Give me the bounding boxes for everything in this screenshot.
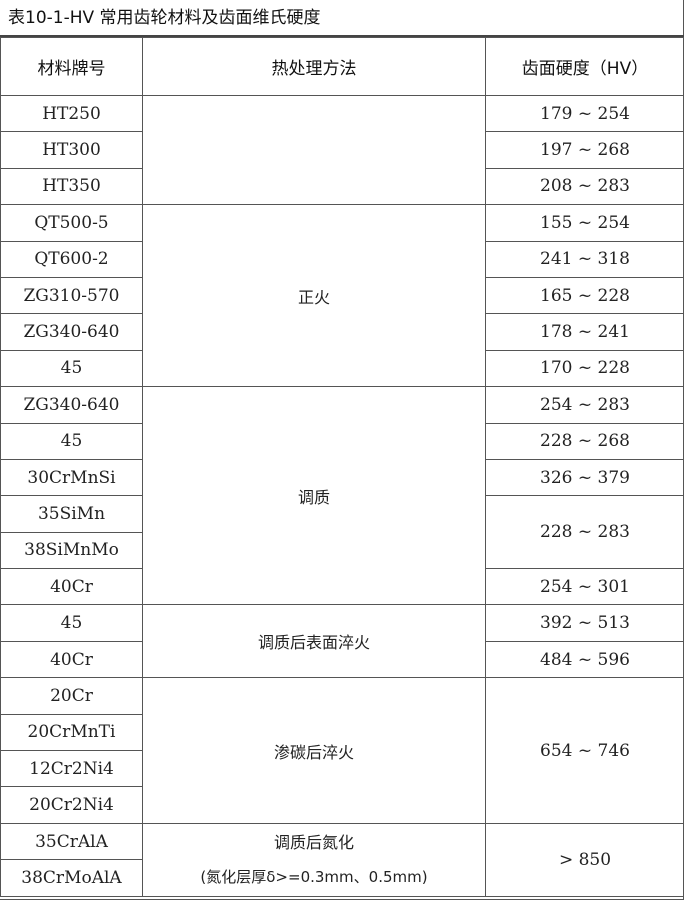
table-caption: 表10-1-HV 常用齿轮材料及齿面维氏硬度	[0, 0, 684, 37]
treatment-cell-surface-quench: 调质后表面淬火	[142, 604, 486, 679]
treatment-cell-normalizing: 正火	[142, 204, 486, 388]
material-cell: ZG310-570	[0, 276, 143, 315]
hardness-cell: 654 ~ 746	[485, 677, 684, 824]
material-cell: 40Cr	[0, 640, 143, 679]
material-cell: QT600-2	[0, 240, 143, 278]
hardness-cell: 178 ~ 241	[485, 313, 684, 351]
hardness-cell: 228 ~ 283	[485, 495, 684, 570]
material-cell: 38CrMoAlA	[0, 859, 143, 897]
hardness-cell: 254 ~ 283	[485, 386, 684, 424]
nitriding-note: (氮化层厚δ>=0.3mm、0.5mm)	[200, 867, 428, 886]
material-cell: 35SiMn	[0, 495, 143, 533]
material-cell: 45	[0, 422, 143, 460]
material-cell: QT500-5	[0, 204, 143, 242]
table-row: 35CrAlA 调质后氮化 (氮化层厚δ>=0.3mm、0.5mm) > 850	[0, 822, 684, 897]
table-row: 45 调质后表面淬火 392 ~ 513	[0, 604, 684, 679]
hardness-cell: 179 ~ 254	[485, 94, 684, 133]
treatment-cell-empty	[142, 94, 486, 206]
hardness-cell: 197 ~ 268	[485, 131, 684, 169]
hardness-cell: > 850	[485, 822, 684, 897]
treatment-cell-carburizing: 渗碳后淬火	[142, 677, 486, 824]
hardness-cell: 241 ~ 318	[485, 240, 684, 278]
material-cell: ZG340-640	[0, 313, 143, 351]
table-row: HT250 179 ~ 254	[0, 94, 684, 206]
hardness-cell: 484 ~ 596	[485, 640, 684, 679]
material-cell: 30CrMnSi	[0, 458, 143, 497]
nitriding-label: 调质后氮化	[273, 832, 354, 852]
hardness-cell: 254 ~ 301	[485, 568, 684, 606]
material-cell: 20CrMnTi	[0, 713, 143, 752]
hardness-cell: 170 ~ 228	[485, 349, 684, 388]
material-cell: 20Cr2Ni4	[0, 786, 143, 824]
material-cell: 35CrAlA	[0, 822, 143, 861]
hardness-cell: 165 ~ 228	[485, 276, 684, 315]
table-row: QT500-5 正火 155 ~ 254	[0, 204, 684, 388]
table-row: 20Cr 渗碳后淬火 654 ~ 746	[0, 677, 684, 824]
material-cell: HT300	[0, 131, 143, 169]
header-treatment: 热处理方法	[142, 37, 486, 96]
treatment-cell-quench-temper: 调质	[142, 386, 486, 606]
hardness-cell: 208 ~ 283	[485, 167, 684, 206]
hardness-cell: 228 ~ 268	[485, 422, 684, 460]
material-cell: 12Cr2Ni4	[0, 750, 143, 788]
material-cell: HT350	[0, 167, 143, 206]
material-cell: HT250	[0, 94, 143, 133]
material-cell: ZG340-640	[0, 386, 143, 424]
header-hardness: 齿面硬度（HV）	[485, 37, 684, 96]
material-cell: 20Cr	[0, 677, 143, 715]
hardness-cell: 392 ~ 513	[485, 604, 684, 642]
treatment-cell-nitriding: 调质后氮化 (氮化层厚δ>=0.3mm、0.5mm)	[142, 822, 486, 897]
hardness-cell: 326 ~ 379	[485, 458, 684, 497]
material-cell: 45	[0, 349, 143, 388]
table-row: ZG340-640 调质 254 ~ 283	[0, 386, 684, 606]
material-cell: 38SiMnMo	[0, 531, 143, 570]
table-header-row: 材料牌号 热处理方法 齿面硬度（HV）	[0, 37, 684, 96]
material-cell: 45	[0, 604, 143, 642]
header-material: 材料牌号	[0, 37, 143, 96]
hardness-cell: 155 ~ 254	[485, 204, 684, 242]
hardness-table: 材料牌号 热处理方法 齿面硬度（HV） HT250 179 ~ 254 HT30…	[0, 37, 684, 897]
material-cell: 40Cr	[0, 568, 143, 606]
